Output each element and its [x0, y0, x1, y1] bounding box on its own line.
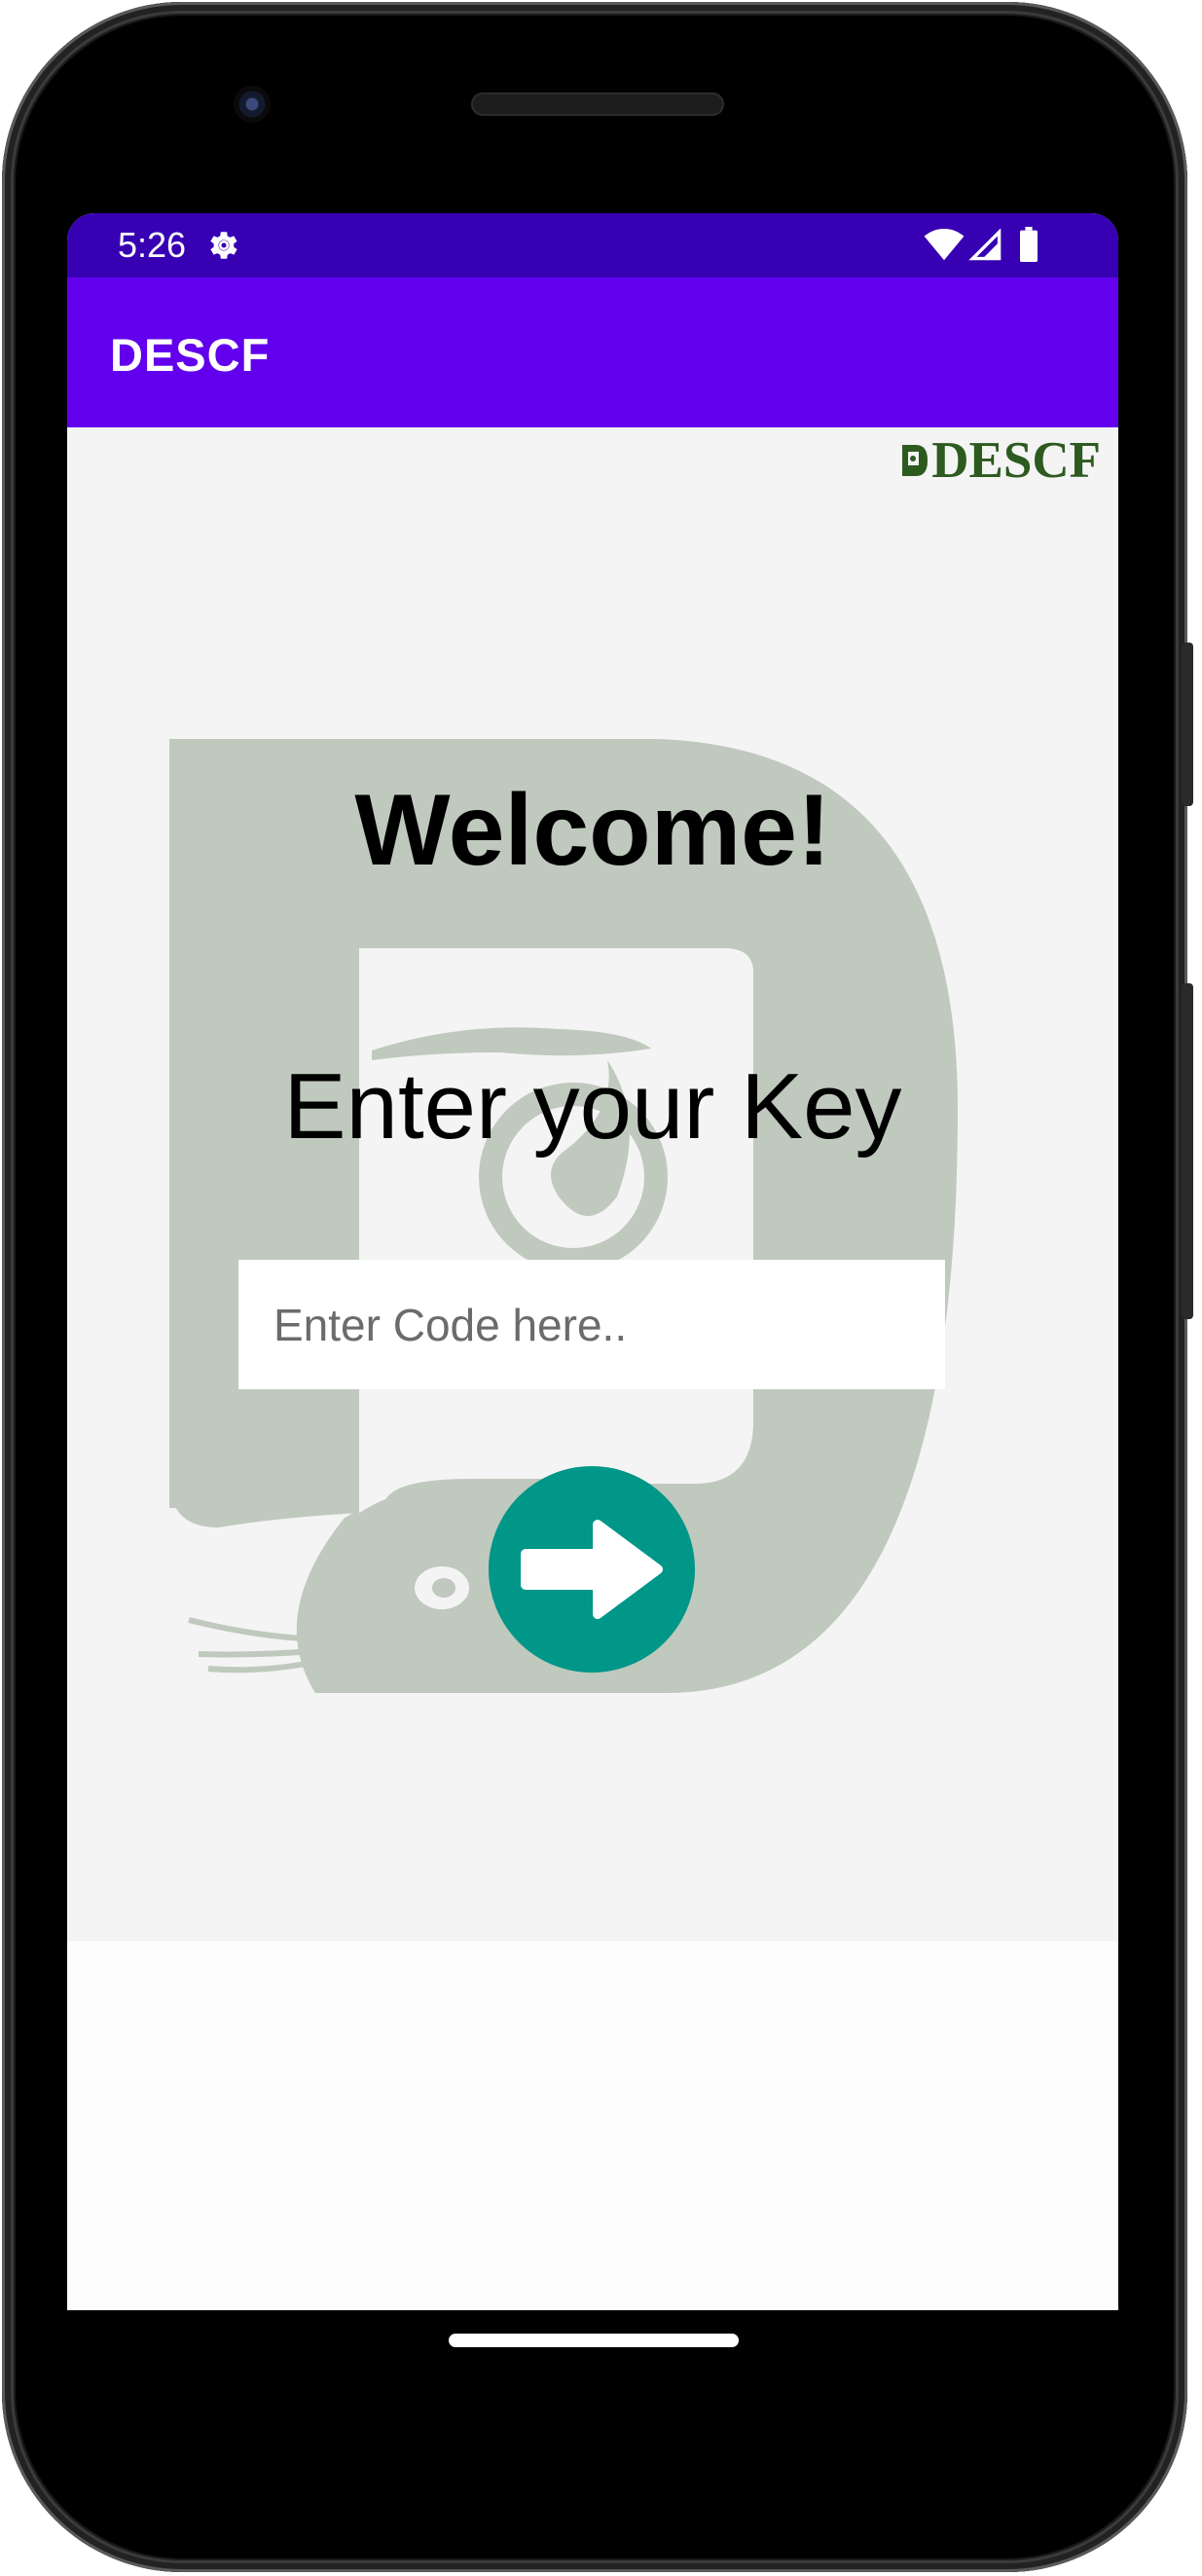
main-content: DESCF Welcome! Enter your Key — [67, 427, 1118, 1941]
front-camera — [234, 86, 271, 123]
brand-logo: DESCF — [900, 431, 1101, 489]
app-title: DESCF — [110, 329, 271, 381]
welcome-title: Welcome! — [354, 774, 831, 887]
battery-icon — [1020, 227, 1038, 262]
status-time: 5:26 — [118, 225, 187, 265]
screen: 5:26 DESCF DESCF Welcome! Enter your Key… — [67, 213, 1118, 2310]
key-prompt: Enter your Key — [283, 1054, 902, 1159]
arrow-right-icon — [521, 1520, 663, 1619]
gear-icon — [210, 232, 237, 259]
power-button — [1182, 643, 1193, 806]
empty-area — [67, 1941, 1118, 2310]
descf-logo-icon — [902, 445, 929, 476]
code-input[interactable] — [238, 1260, 945, 1389]
wifi-icon — [924, 229, 965, 261]
brand-logo-text: DESCF — [931, 431, 1101, 489]
home-indicator[interactable] — [449, 2334, 739, 2347]
earpiece-speaker — [471, 92, 724, 116]
status-bar: 5:26 — [67, 213, 1118, 277]
submit-button[interactable] — [489, 1466, 695, 1673]
volume-button — [1182, 983, 1193, 1319]
signal-icon — [968, 229, 1002, 261]
app-bar: DESCF — [67, 277, 1118, 427]
